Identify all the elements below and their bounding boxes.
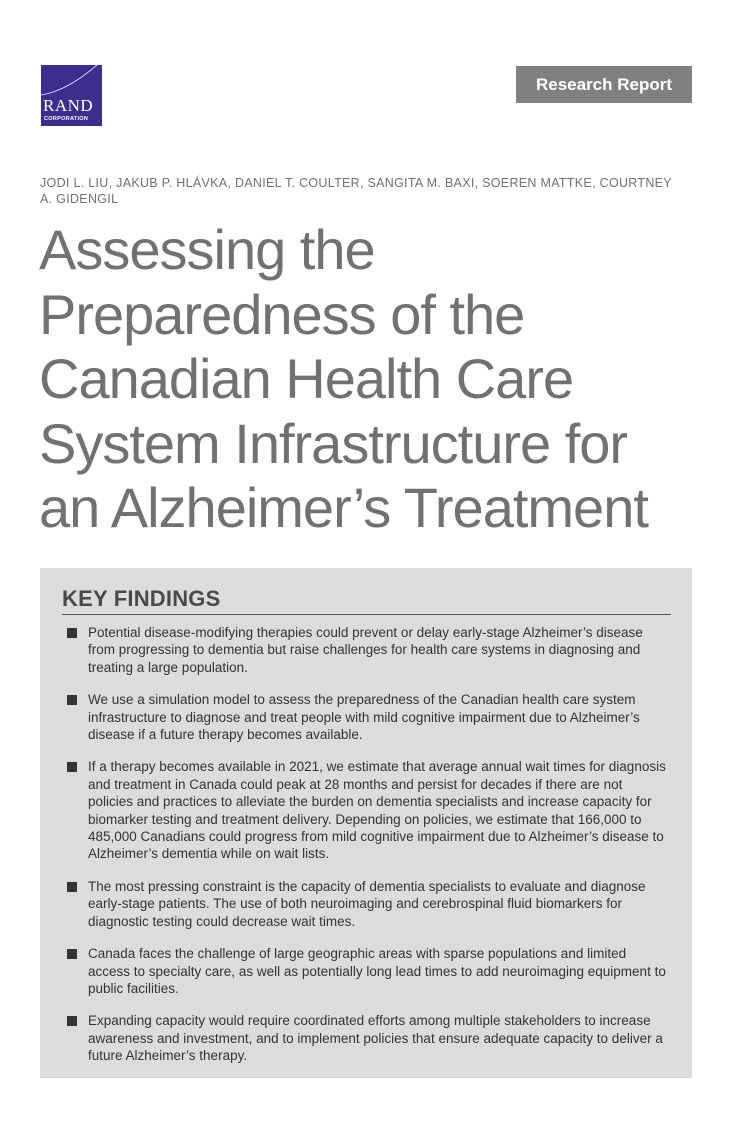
logo-wordmark: RAND — [43, 96, 94, 115]
title-line: an Alzheimer’s Treatment — [39, 476, 649, 539]
square-bullet-icon — [67, 949, 77, 960]
square-bullet-icon — [67, 1016, 77, 1027]
title-line: Preparedness of the — [39, 282, 525, 346]
report-type-badge: Research Report — [516, 66, 692, 103]
finding-text: Potential disease-modifying therapies co… — [88, 625, 643, 675]
finding-text: We use a simulation model to assess the … — [88, 692, 640, 743]
finding-item: We use a simulation model to assess the … — [67, 691, 671, 743]
title-line: System Infrastructure for — [39, 411, 628, 475]
square-bullet-icon — [67, 628, 77, 638]
key-findings-heading: KEY FINDINGS — [62, 586, 671, 615]
finding-item: The most pressing constraint is the capa… — [67, 878, 671, 930]
author-list: JODI L. LIU, JAKUB P. HLÁVKA, DANIEL T. … — [40, 176, 672, 206]
key-findings-list: Potential disease-modifying therapies co… — [67, 624, 671, 1080]
finding-item: Expanding capacity would require coordin… — [67, 1012, 671, 1064]
key-findings-box: KEY FINDINGS Potential disease-modifying… — [40, 568, 692, 1078]
finding-text: The most pressing constraint is the capa… — [88, 878, 646, 929]
square-bullet-icon — [67, 695, 77, 706]
report-title: Assessing the Preparedness of the Canadi… — [39, 218, 719, 541]
rand-logo: RAND CORPORATION — [41, 65, 102, 126]
finding-item: If a therapy becomes available in 2021, … — [67, 758, 671, 862]
logo-subtitle: CORPORATION — [44, 116, 89, 122]
square-bullet-icon — [67, 881, 77, 892]
finding-text: If a therapy becomes available in 2021, … — [88, 759, 666, 862]
title-line: Assessing the — [39, 218, 376, 281]
finding-text: Expanding capacity would require coordin… — [88, 1013, 663, 1064]
finding-item: Canada faces the challenge of large geog… — [67, 945, 671, 997]
finding-text: Canada faces the challenge of large geog… — [88, 946, 666, 996]
finding-item: Potential disease-modifying therapies co… — [67, 624, 671, 676]
square-bullet-icon — [67, 762, 77, 773]
title-line: Canadian Health Care — [39, 347, 574, 410]
